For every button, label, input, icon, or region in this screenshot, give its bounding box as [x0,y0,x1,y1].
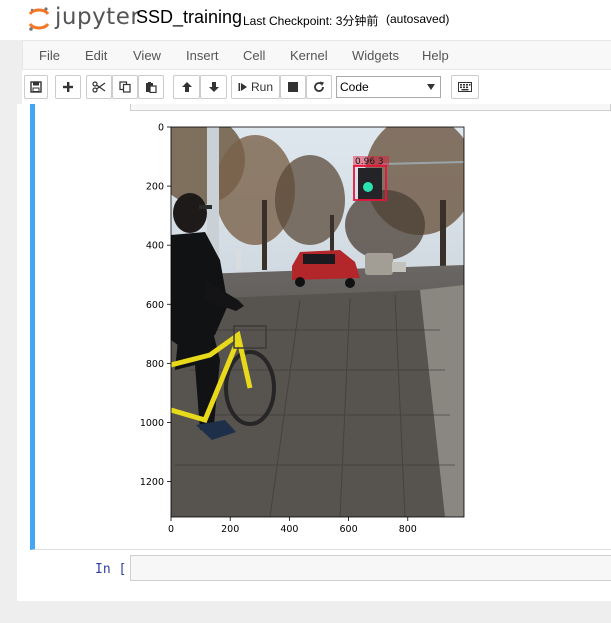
jupyter-logo-text[interactable]: jupyter [55,4,140,30]
move-up-button[interactable] [173,75,200,99]
arrow-down-icon [208,82,219,92]
y-tick-label: 1000 [140,418,164,429]
y-tick-label: 400 [146,241,164,252]
x-tick-label: 400 [280,524,298,535]
menu-cell[interactable]: Cell [243,48,265,63]
output-image-plot: 0.96 3 0 200 400 600 800 0 200 400 600 800 1000 120… [140,123,465,535]
y-tick-label: 0 [158,123,164,134]
notebook-title[interactable]: SSD_training [136,7,242,28]
move-down-button[interactable] [200,75,227,99]
cell-type-value: Code [340,80,369,94]
refresh-icon [314,81,324,92]
y-tick-label: 800 [146,359,164,370]
keyboard-icon [458,82,472,92]
run-label: Run [250,80,273,94]
insert-cell-button[interactable] [55,75,81,99]
arrow-up-icon [181,82,192,92]
code-input-area-bottom[interactable] [130,104,611,111]
menu-widgets[interactable]: Widgets [352,48,399,63]
menu-edit[interactable]: Edit [85,48,107,63]
paste-button[interactable] [138,75,164,99]
checkpoint-status: Last Checkpoint: 3分钟前 [243,14,379,28]
x-tick-label: 0 [168,524,174,535]
x-tick-label: 600 [340,524,358,535]
restart-button[interactable] [306,75,332,99]
x-tick-label: 800 [399,524,417,535]
copy-icon [119,81,131,93]
y-tick-label: 600 [146,300,164,311]
jupyter-logo-icon[interactable] [27,6,51,32]
menu-file[interactable]: File [39,48,60,63]
run-button[interactable]: Run [231,75,280,99]
street-photo: 0.96 3 [171,127,464,517]
save-icon [30,81,42,93]
detection-label: 0.96 3 [355,157,384,167]
plus-icon [63,82,73,92]
menubar: File Edit View Insert Cell Kernel Widget… [22,40,611,70]
menu-help[interactable]: Help [422,48,449,63]
stop-icon [288,82,298,92]
cell-type-select[interactable]: Code [336,76,441,98]
menu-view[interactable]: View [133,48,161,63]
code-input-area[interactable] [130,555,611,581]
chevron-down-icon [427,84,435,90]
autosave-status: (autosaved) [386,12,450,26]
menu-kernel[interactable]: Kernel [290,48,328,63]
y-tick-label: 200 [146,182,164,193]
menu-insert[interactable]: Insert [186,48,219,63]
copy-button[interactable] [112,75,138,99]
y-tick-label: 1200 [140,477,164,488]
step-forward-icon [238,83,247,91]
notebook-header: jupyter SSD_training Last Checkpoint: 3分… [0,0,611,40]
save-button[interactable] [24,75,48,99]
command-palette-button[interactable] [451,75,479,99]
cut-button[interactable] [86,75,112,99]
x-tick-label: 200 [221,524,239,535]
toolbar: Run Code [22,70,611,104]
scissors-icon [92,81,106,93]
paste-icon [146,82,157,93]
interrupt-button[interactable] [280,75,306,99]
